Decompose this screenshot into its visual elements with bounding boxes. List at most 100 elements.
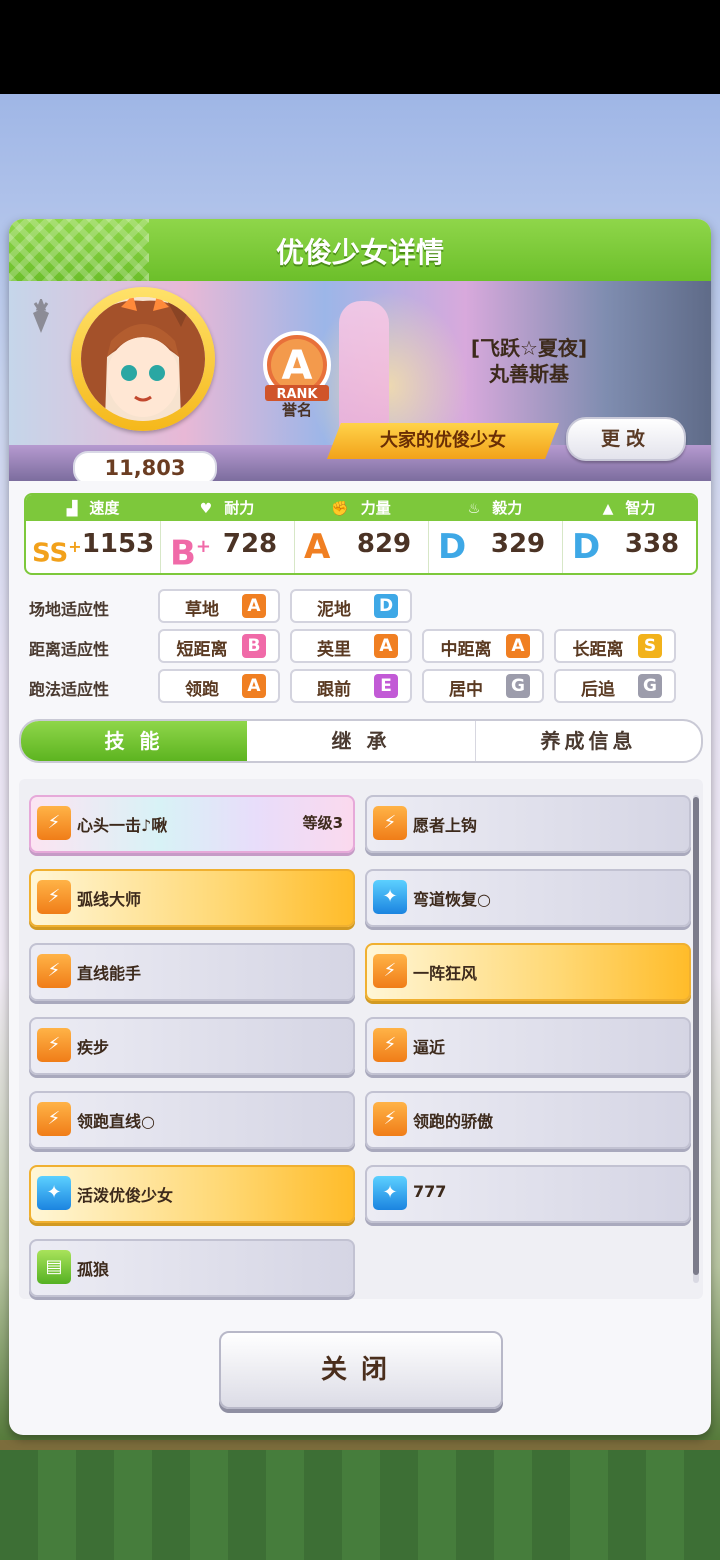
- skills-scrollbar-thumb[interactable]: [693, 797, 699, 1275]
- skill-recovery-icon: ✦: [373, 1176, 407, 1210]
- aptitude-name: 居中: [449, 680, 483, 700]
- skill-speed-icon: ⚡: [373, 1102, 407, 1136]
- skill-name: 弯道恢复○: [413, 890, 491, 909]
- skill-name: 领跑的骄傲: [413, 1112, 494, 1131]
- stat-grade: B+: [170, 533, 212, 574]
- aptitude-mile: 英里 A: [290, 629, 412, 663]
- skill-debuff-icon: ▤: [37, 1250, 71, 1284]
- aptitude-long: 长距离 S: [554, 629, 676, 663]
- aptitude-name: 跟前: [317, 680, 351, 700]
- skill-item[interactable]: ⚡ 弧线大师: [29, 869, 355, 927]
- aptitude-grade: E: [374, 674, 398, 698]
- skill-name: 逼近: [413, 1038, 446, 1057]
- skill-item[interactable]: ⚡ 心头一击♪啾 等级3: [29, 795, 355, 853]
- aptitude-name: 后追: [581, 680, 615, 700]
- skill-name: 一阵狂风: [413, 964, 478, 983]
- skill-item[interactable]: ✦ 777: [365, 1165, 691, 1223]
- grass-field: [0, 1450, 720, 1560]
- stat-header: ♥ 耐力: [160, 495, 294, 521]
- shoe-icon: ▟: [66, 501, 78, 517]
- aptitude-grade: A: [242, 594, 266, 618]
- skill-item[interactable]: ✦ 活泼优俊少女: [29, 1165, 355, 1223]
- aptitude-front: 领跑 A: [158, 669, 280, 703]
- style-aptitude-label: 跑法适应性: [29, 680, 110, 699]
- stat-power: ✊ 力量 A 829: [294, 495, 429, 573]
- graduation-cap-icon: ▲: [602, 501, 614, 517]
- character-name: [飞跃☆夏夜] 丸善斯基: [399, 335, 659, 387]
- heart-icon: ♥: [199, 501, 213, 517]
- rank-badge-icon: A RANK: [263, 331, 331, 402]
- tab-training-info[interactable]: 养成信息: [476, 721, 701, 761]
- skill-speed-icon: ⚡: [37, 954, 71, 988]
- skill-item[interactable]: ▤ 孤狼: [29, 1239, 355, 1297]
- skill-recovery-icon: ✦: [37, 1176, 71, 1210]
- skill-name: 直线能手: [77, 964, 142, 983]
- stat-header: ♨ 毅力: [428, 495, 562, 521]
- aptitude-grade: G: [506, 674, 530, 698]
- skill-item[interactable]: ⚡ 领跑直线○: [29, 1091, 355, 1149]
- stats-table: ▟ 速度 SS+ 1153 ♥ 耐力 B+ 728 ✊ 力量 A 829 ♨ 毅力 D: [24, 493, 698, 575]
- profile-banner: 11,803 A RANK 誉名 [飞跃☆夏夜] 丸善斯基 大家的优俊少女 更改: [9, 281, 711, 481]
- stat-label: 毅力: [492, 499, 523, 517]
- aptitude-name: 英里: [317, 640, 351, 660]
- skills-list: ⚡ 心头一击♪啾 等级3 ⚡ 愿者上钩 ⚡ 弧线大师 ✦ 弯道恢复○ ⚡ 直线能…: [19, 779, 703, 1299]
- aptitude-medium: 中距离 A: [422, 629, 544, 663]
- aptitude-turf: 草地 A: [158, 589, 280, 623]
- character-epithet: [飞跃☆夏夜]: [470, 336, 588, 360]
- skill-name: 活泼优俊少女: [77, 1186, 174, 1205]
- skill-speed-icon: ⚡: [37, 880, 71, 914]
- skill-item[interactable]: ⚡ 一阵狂风: [365, 943, 691, 1001]
- distance-aptitude-label: 距离适应性: [29, 640, 110, 659]
- avatar[interactable]: [81, 297, 205, 421]
- flame-icon: ♨: [467, 501, 481, 517]
- tab-skills[interactable]: 技 能: [21, 721, 247, 761]
- skill-name: 领跑直线○: [77, 1112, 155, 1131]
- title-plate: 大家的优俊少女: [327, 423, 559, 459]
- stat-grade: SS+: [32, 537, 82, 569]
- skill-item[interactable]: ⚡ 领跑的骄傲: [365, 1091, 691, 1149]
- character-portrait-icon: [81, 297, 205, 421]
- stat-value: 829: [356, 529, 412, 559]
- aptitude-grade: A: [506, 634, 530, 658]
- aptitude-name: 中距离: [440, 640, 492, 660]
- aptitude-sprint: 短距离 B: [158, 629, 280, 663]
- tab-inheritance[interactable]: 继 承: [247, 721, 475, 761]
- stat-label: 速度: [89, 499, 120, 517]
- skill-speed-icon: ⚡: [37, 1102, 71, 1136]
- field-aptitude-label: 场地适应性: [29, 600, 110, 619]
- skill-recovery-icon: ✦: [373, 880, 407, 914]
- aptitude-name: 领跑: [185, 680, 219, 700]
- skill-item[interactable]: ⚡ 直线能手: [29, 943, 355, 1001]
- aptitude-grade: A: [242, 674, 266, 698]
- close-button[interactable]: 关闭: [219, 1331, 503, 1409]
- stat-body: B+ 728: [160, 525, 294, 574]
- tab-bar: 技 能 继 承 养成信息: [19, 719, 703, 763]
- carrot-icon: [33, 299, 49, 333]
- muscle-icon: ✊: [331, 501, 349, 517]
- stat-grade: A: [304, 527, 331, 567]
- aptitude-name: 短距离: [176, 640, 228, 660]
- stat-label: 耐力: [224, 499, 255, 517]
- stat-body: SS+ 1153: [26, 525, 160, 569]
- skill-item[interactable]: ⚡ 愿者上钩: [365, 795, 691, 853]
- stat-header: ▟ 速度: [26, 495, 160, 521]
- change-title-button[interactable]: 更改: [566, 417, 686, 461]
- details-panel: 优俊少女详情 11,803 A RANK 誉名 [飞跃☆夏夜] 丸善斯基 大家的…: [9, 219, 711, 1435]
- stat-grade: D: [572, 527, 601, 567]
- skill-speed-icon: ⚡: [373, 1028, 407, 1062]
- stat-body: D 338: [562, 525, 696, 569]
- stat-body: D 329: [428, 525, 562, 569]
- aptitude-dirt: 泥地 D: [290, 589, 412, 623]
- stat-wisdom: ▲ 智力 D 338: [562, 495, 696, 573]
- skill-item[interactable]: ⚡ 逼近: [365, 1017, 691, 1075]
- rank-caption: 誉名: [281, 401, 312, 419]
- skill-item[interactable]: ✦ 弯道恢复○: [365, 869, 691, 927]
- aptitude-name: 泥地: [317, 600, 351, 620]
- skill-name: 愿者上钩: [413, 816, 478, 835]
- aptitude-grade: B: [242, 634, 266, 658]
- skill-item[interactable]: ⚡ 疾步: [29, 1017, 355, 1075]
- panel-title: 优俊少女详情: [275, 236, 444, 269]
- aptitude-pace: 跟前 E: [290, 669, 412, 703]
- stat-header: ✊ 力量: [294, 495, 428, 521]
- character-name-text: 丸善斯基: [489, 362, 569, 386]
